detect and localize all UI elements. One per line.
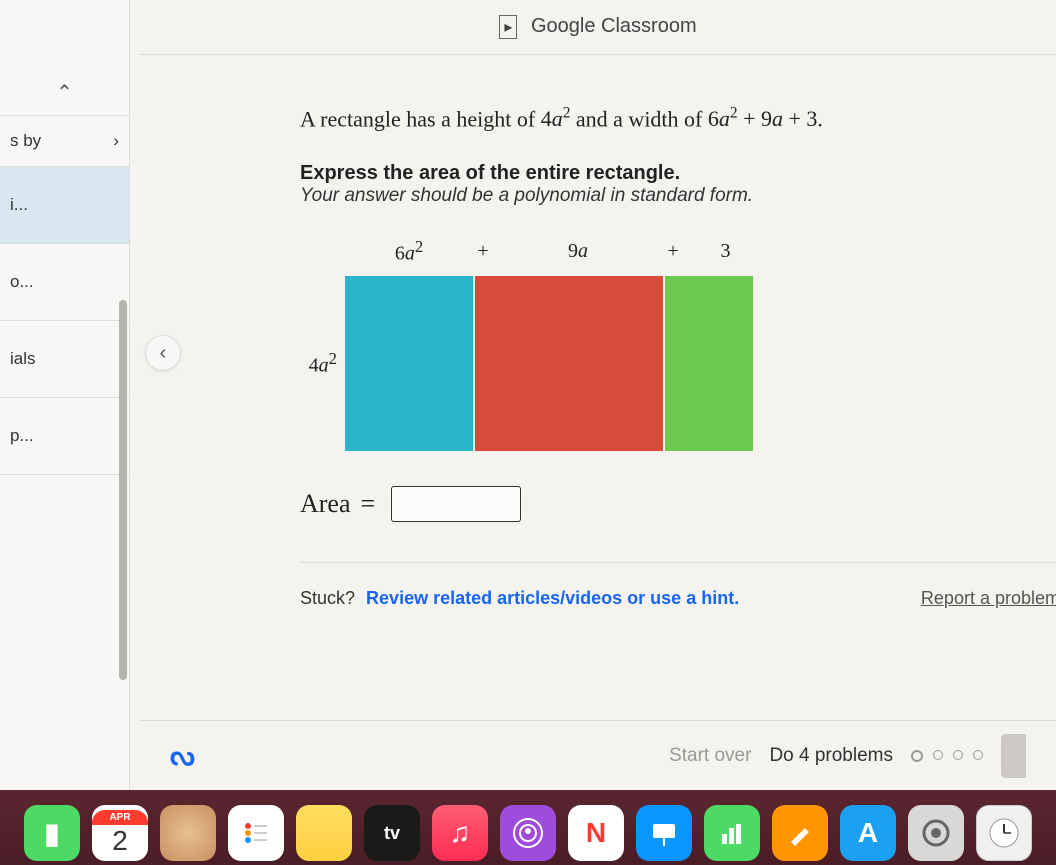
width-expression: 6a2 + 9a + 3 [708,106,818,131]
podcasts-icon[interactable] [500,805,556,861]
bottom-right: Start over Do 4 problems [669,734,1026,778]
width-label-1: 6a2 [345,237,473,266]
start-over-button[interactable]: Start over [669,745,751,767]
sidebar-item-0[interactable]: i... [0,167,129,244]
do-problems-label: Do 4 problems [769,745,893,767]
chevron-left-icon: ‹ [160,342,167,365]
chevron-up-icon: ⌃ [56,82,73,104]
music-icon[interactable]: ♫ [432,805,488,861]
problem-statement: A rectangle has a height of 4a2 and a wi… [300,105,1056,132]
reminders-icon[interactable] [228,805,284,861]
sidebar-section[interactable]: s by › [0,116,129,167]
calendar-icon[interactable]: APR 2 [92,805,148,861]
instruction-italic: Your answer should be a polynomial in st… [300,185,1056,207]
equals-sign: = [361,489,376,519]
macos-dock: ▮ APR 2 tv ♫ N A [0,790,1056,865]
google-classroom-link[interactable]: Google Classroom [531,15,697,37]
progress-dots [911,750,983,762]
width-label-2: 9a [493,240,663,263]
stuck-row: Stuck? Review related articles/videos or… [300,588,1056,609]
photos-icon[interactable] [160,805,216,861]
rect-green [665,276,753,451]
answer-input[interactable] [391,486,521,522]
settings-icon[interactable] [908,805,964,861]
report-problem-link[interactable]: Report a problem [921,588,1056,609]
area-label: Area [300,489,351,519]
width-labels: 6a2 + 9a + 3 [345,237,1056,266]
divider [300,562,1056,563]
streak-icon: ᔓ [170,739,195,772]
notes-icon[interactable] [296,805,352,861]
appstore-icon[interactable]: A [840,805,896,861]
hint-link[interactable]: Review related articles/videos or use a … [366,588,739,608]
google-classroom-icon: ▸ [499,15,517,39]
sidebar-item-3[interactable]: p... [0,398,129,475]
back-button[interactable]: ‹ [145,335,181,371]
stuck-label: Stuck? [300,588,355,608]
plus-sign-1: + [473,240,493,263]
plus-sign-2: + [663,240,683,263]
sidebar-item-2[interactable]: ials [0,321,129,398]
rectangles [345,276,753,451]
header-bar: ▸ Google Classroom [140,0,1056,55]
rect-red [475,276,665,451]
instruction-bold: Express the area of the entire rectangle… [300,162,1056,185]
sidebar-collapse-button[interactable]: ⌃ [0,70,129,116]
facetime-icon[interactable]: ▮ [24,805,80,861]
sidebar: ⌃ s by › i... o... ials p... [0,0,130,790]
rect-cyan [345,276,475,451]
pages-icon[interactable] [772,805,828,861]
check-button[interactable] [1001,734,1026,778]
width-label-3: 3 [683,240,768,263]
appletv-icon[interactable]: tv [364,805,420,861]
sidebar-section-label: s by [10,131,41,151]
main-content: ▸ Google Classroom ‹ A rectangle has a h… [140,0,1056,790]
area-diagram: 6a2 + 9a + 3 4a2 [305,237,1056,451]
height-expression: 4a2 [541,106,571,131]
scrollbar[interactable] [119,300,127,680]
diagram-row: 4a2 [305,276,1056,451]
progress-dot-4 [973,750,983,760]
news-icon[interactable]: N [568,805,624,861]
numbers-icon[interactable] [704,805,760,861]
clock-icon[interactable] [976,805,1032,861]
bottom-bar: ᔓ Start over Do 4 problems [140,720,1056,790]
progress-dot-2 [933,750,943,760]
keynote-icon[interactable] [636,805,692,861]
progress-dot-1 [911,750,923,762]
sidebar-item-1[interactable]: o... [0,244,129,321]
answer-row: Area = [300,486,1056,522]
height-label: 4a2 [305,349,345,378]
progress-dot-3 [953,750,963,760]
problem-content: ‹ A rectangle has a height of 4a2 and a … [140,55,1056,609]
chevron-right-icon: › [113,131,119,151]
